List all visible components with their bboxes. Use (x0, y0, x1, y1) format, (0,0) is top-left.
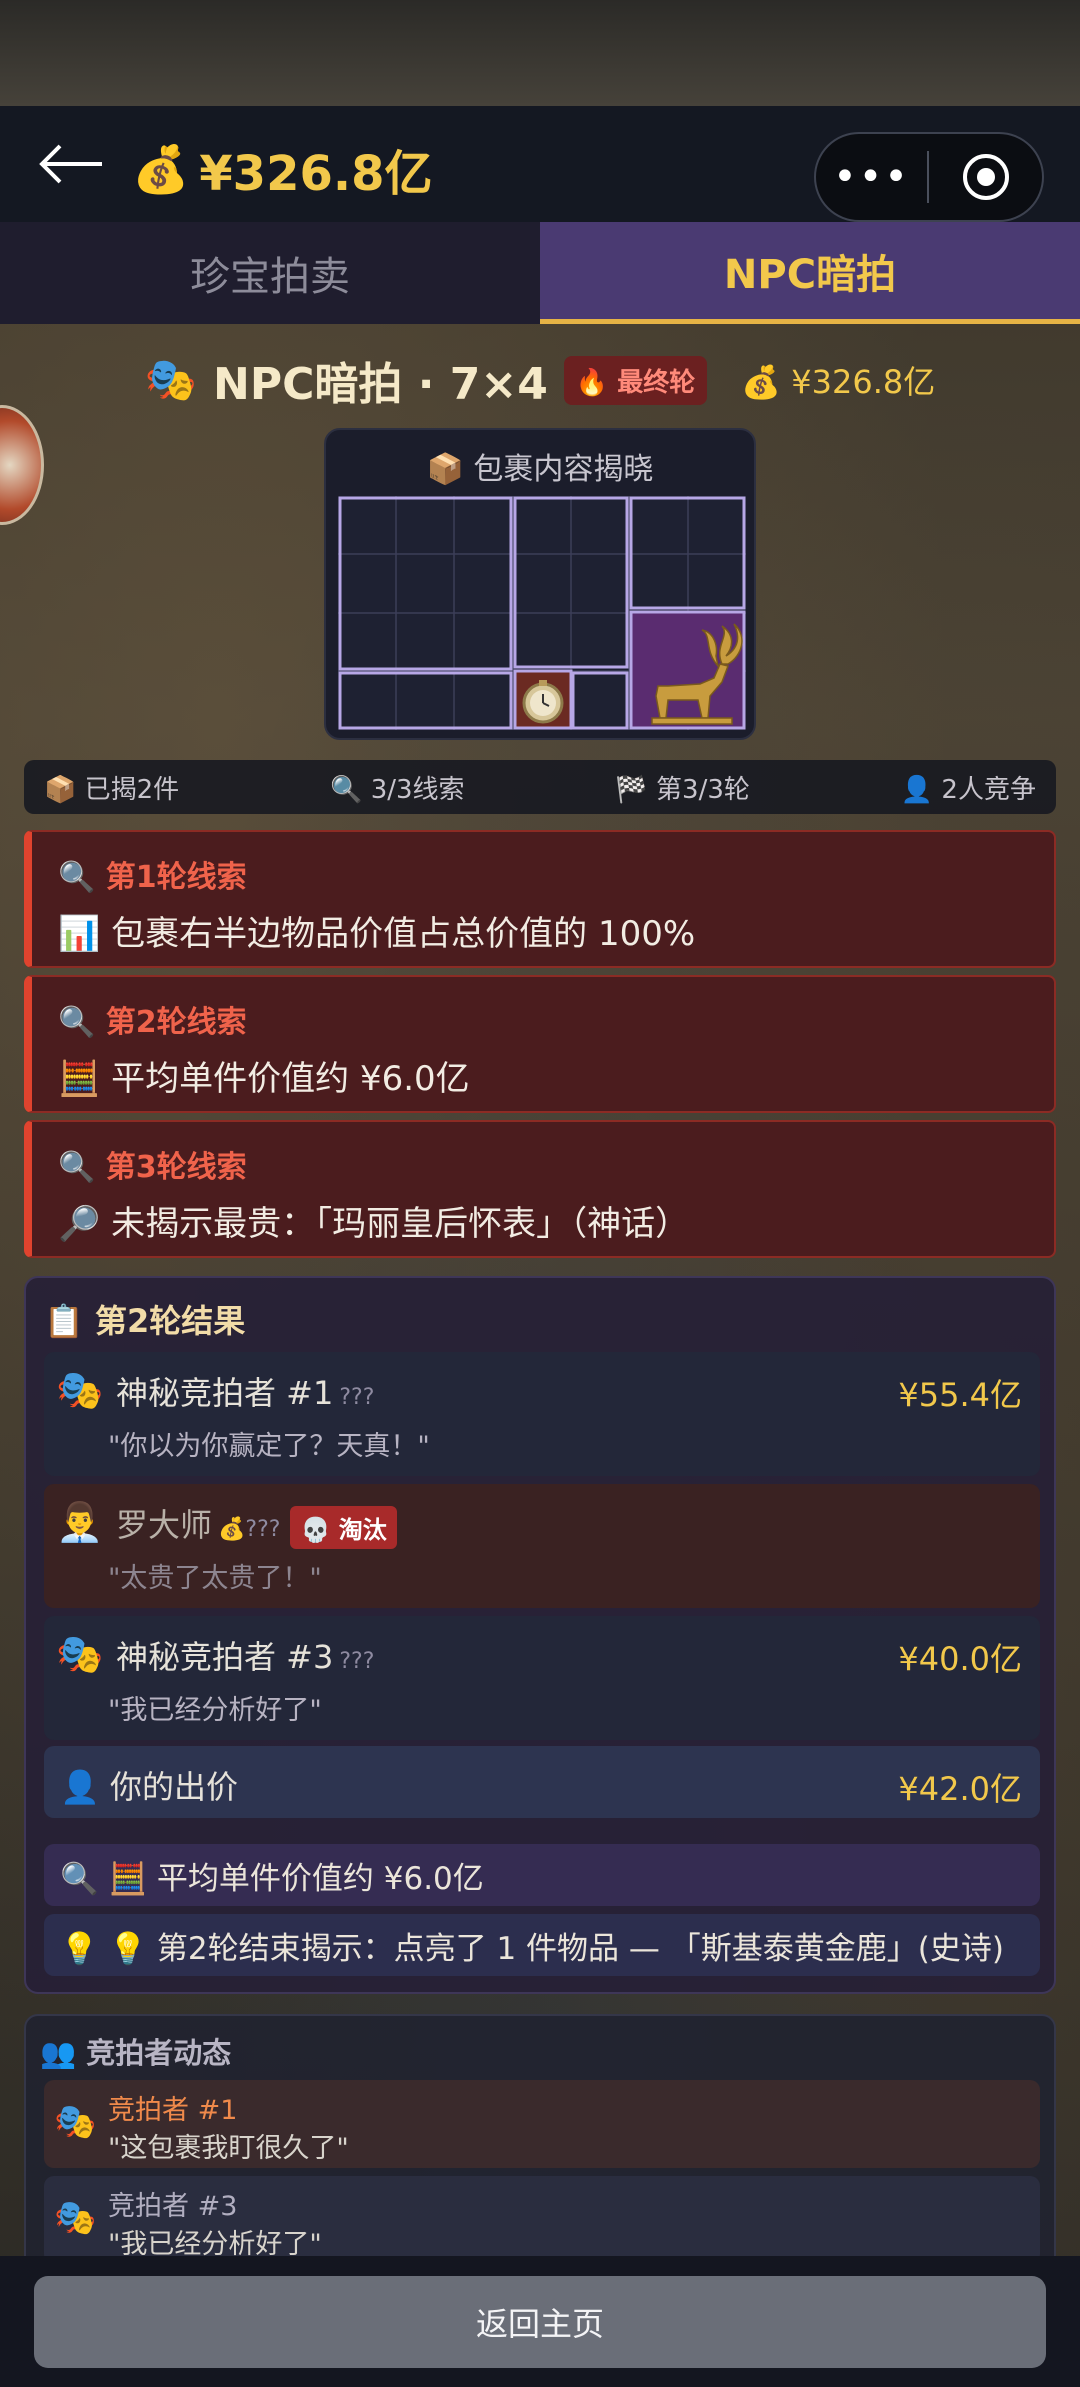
tab-npc-blind-auction[interactable]: NPC暗拍 (540, 222, 1080, 324)
masks-icon: 🎭 (54, 2198, 97, 2238)
game-title-row: 🎭 NPC暗拍 · 7×4 🔥 最终轮 💰 ¥326.8亿 (0, 350, 1080, 410)
result-title: 📋 第2轮结果 (44, 1302, 246, 1340)
businessman-icon: 👨‍💼 (56, 1500, 104, 1544)
bidder-name: 神秘竞拍者 #3 (116, 1638, 334, 1676)
header-money-amount: ¥326.8亿 (199, 146, 433, 202)
money-bag-icon: 💰 (132, 141, 190, 196)
activity-bidder: 竞拍者 #1 (108, 2095, 238, 2126)
clue-hint: 🔍 🧮 平均单件价值约 ¥6.0亿 (44, 1844, 1040, 1906)
bidder-name-line: 神秘竞拍者 #3??? (116, 1632, 374, 1678)
footer-bar: 返回主页 (0, 2256, 1080, 2387)
clue-heading: 🔍 第2轮线索 (58, 1005, 247, 1040)
clue-card: 🔍 第3轮线索 🔎 未揭示最贵：「玛丽皇后怀表」（神话） (24, 1120, 1056, 1258)
bidder-quote: "你以为你赢定了？天真！" (108, 1431, 430, 1462)
stats-bar: 📦 已揭2件 🔍 3/3线索 🏁 第3/3轮 👤 2人竞争 (24, 760, 1056, 814)
close-miniprogram-icon[interactable] (929, 151, 1042, 203)
activity-bidder: 竞拍者 #3 (108, 2191, 238, 2222)
activity-item: 🎭 竞拍者 #1 "这包裹我盯很久了" (44, 2080, 1040, 2168)
stat-round: 🏁 第3/3轮 (615, 774, 750, 805)
stat-competitors: 👤 2人竞争 (900, 774, 1036, 805)
stat-clues: 🔍 3/3线索 (330, 774, 465, 805)
clue-heading: 🔍 第3轮线索 (58, 1150, 247, 1185)
bidder-tag: ??? (339, 1649, 375, 1674)
activity-quote: "这包裹我盯很久了" (108, 2133, 349, 2164)
bidder-name: 神秘竞拍者 #1 (116, 1374, 334, 1412)
activity-title: 👥 竞拍者动态 (40, 2036, 232, 2070)
masks-icon: 🎭 (56, 1632, 104, 1676)
final-round-badge: 🔥 最终轮 (563, 355, 708, 405)
clue-card: 🔍 第1轮线索 📊 包裹右半边物品价值占总价值的 100% (24, 830, 1056, 968)
masks-icon: 🎭 (56, 1368, 104, 1412)
package-reveal-panel: 📦 包裹内容揭晓 (324, 428, 756, 740)
masks-icon: 🎭 (54, 2102, 97, 2142)
header-money: 💰 ¥326.8亿 (132, 134, 433, 204)
clue-card: 🔍 第2轮线索 🧮 平均单件价值约 ¥6.0亿 (24, 975, 1056, 1113)
bidder-quote: "太贵了太贵了！" (108, 1563, 322, 1594)
bidder-row: 🎭 神秘竞拍者 #3??? ¥40.0亿 "我已经分析好了" (44, 1616, 1040, 1740)
activity-item: 🎭 竞拍者 #3 "我已经分析好了" (44, 2176, 1040, 2264)
reveal-label: 📦 包裹内容揭晓 (426, 452, 654, 487)
game-money: 💰 ¥326.8亿 (741, 363, 936, 401)
mode-tabs: 珍宝拍卖 NPC暗拍 (0, 222, 1080, 324)
back-arrow-icon[interactable] (36, 142, 106, 186)
round-result-panel: 📋 第2轮结果 🎭 神秘竞拍者 #1??? ¥55.4亿 "你以为你赢定了？天真… (24, 1276, 1056, 1994)
your-bid-price: ¥42.0亿 (898, 1770, 1022, 1808)
more-options-icon[interactable]: ••• (816, 157, 927, 197)
package-grid (338, 496, 746, 730)
clue-body: 🔎 未揭示最贵：「玛丽皇后怀表」（神话） (58, 1204, 690, 1244)
your-bid-label: 👤 你的出价 (60, 1768, 239, 1806)
tab-treasure-auction[interactable]: 珍宝拍卖 (0, 222, 540, 324)
bidder-tag: ??? (339, 1385, 375, 1410)
clue-body: 🧮 平均单件价值约 ¥6.0亿 (58, 1059, 470, 1099)
top-background-strip (0, 0, 1080, 106)
your-bid-row: 👤 你的出价 ¥42.0亿 (44, 1746, 1040, 1818)
eliminated-badge: 💀 淘汰 (290, 1505, 397, 1549)
bidder-quote: "我已经分析好了" (108, 1695, 322, 1726)
bidder-price: ¥40.0亿 (898, 1640, 1022, 1678)
bidder-name-line: 神秘竞拍者 #1??? (116, 1368, 374, 1414)
return-home-button[interactable]: 返回主页 (34, 2276, 1046, 2368)
bidder-name-line: 罗大师 💰??? 💀 淘汰 (116, 1500, 397, 1549)
clue-body: 📊 包裹右半边物品价值占总价值的 100% (58, 914, 696, 954)
bidder-price: ¥55.4亿 (898, 1376, 1022, 1414)
bidder-row: 🎭 神秘竞拍者 #1??? ¥55.4亿 "你以为你赢定了？天真！" (44, 1352, 1040, 1476)
miniprogram-capsule: ••• (814, 132, 1044, 222)
game-title: NPC暗拍 · 7×4 (213, 359, 548, 410)
app-header: 💰 ¥326.8亿 ••• (0, 106, 1080, 222)
bidder-name: 罗大师 (116, 1506, 213, 1544)
side-avatar[interactable] (0, 405, 44, 525)
clue-heading: 🔍 第1轮线索 (58, 860, 247, 895)
bidder-tag: 💰??? (218, 1517, 281, 1542)
stat-revealed: 📦 已揭2件 (44, 774, 180, 805)
bidder-row: 👨‍💼 罗大师 💰??? 💀 淘汰 "太贵了太贵了！" (44, 1484, 1040, 1608)
reveal-hint: 💡 💡 第2轮结束揭示：点亮了 1 件物品 — 「斯基泰黄金鹿」(史诗) (44, 1914, 1040, 1976)
masks-icon: 🎭 (144, 355, 198, 404)
